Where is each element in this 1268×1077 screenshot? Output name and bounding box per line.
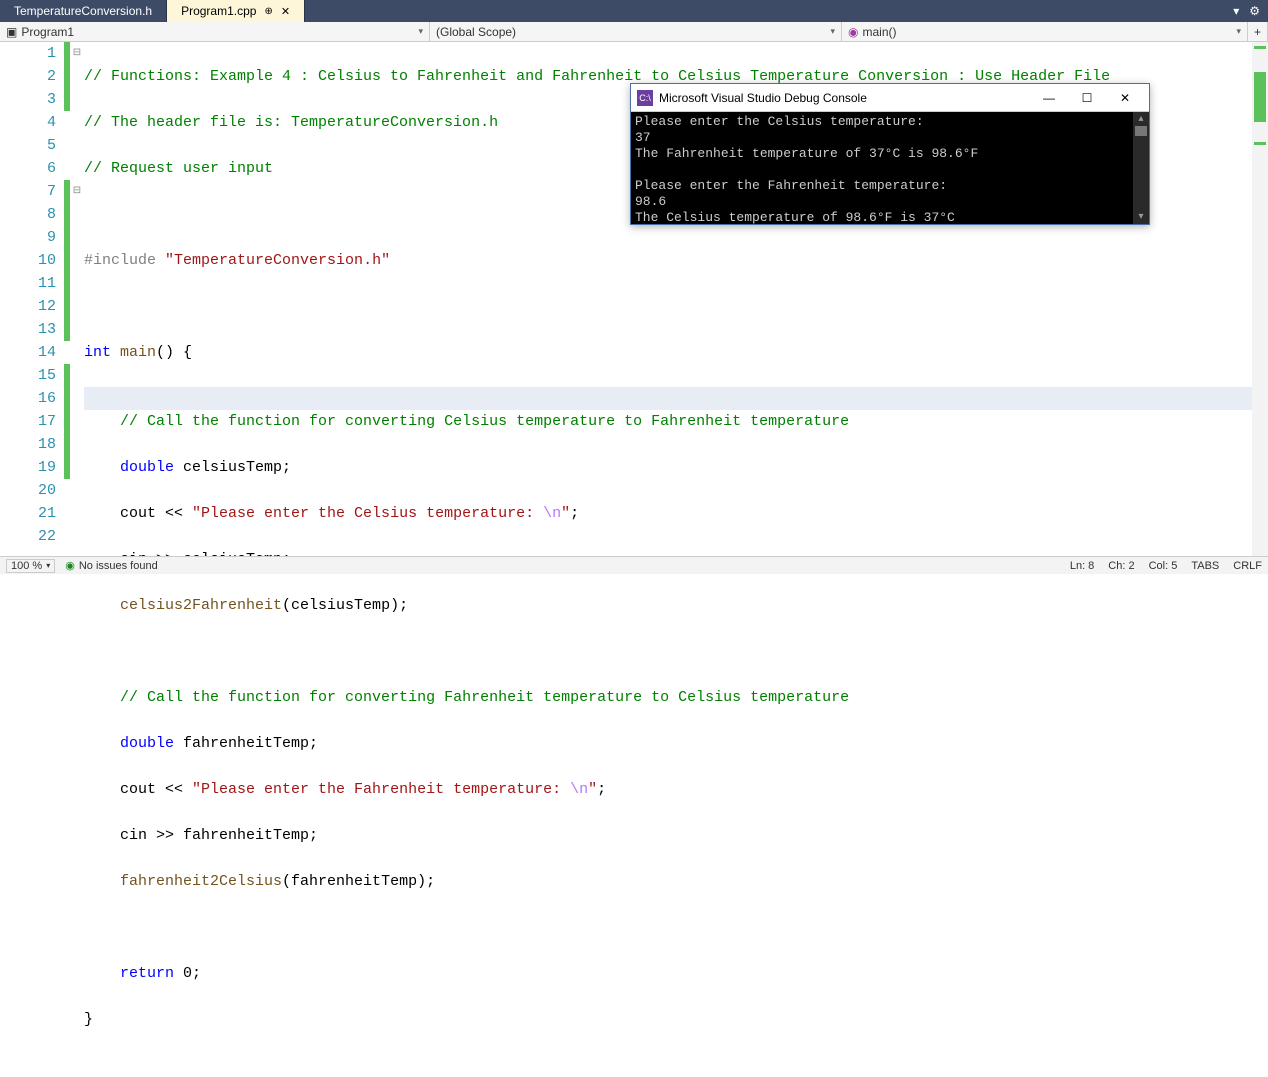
code-text: "Please enter the Fahrenheit temperature… bbox=[192, 781, 570, 798]
console-line: The Celsius temperature of 98.6°F is 37°… bbox=[635, 210, 955, 224]
code-text: // Call the function for converting Cels… bbox=[120, 413, 849, 430]
code-text: main bbox=[120, 344, 156, 361]
tabs-right-controls: ▾ ⚙ bbox=[1233, 0, 1268, 22]
document-tabs: TemperatureConversion.h Program1.cpp ⊕ ✕… bbox=[0, 0, 1268, 22]
nav-scope-label: (Global Scope) bbox=[436, 25, 516, 39]
code-text: \n bbox=[570, 781, 588, 798]
code-text: return bbox=[120, 965, 174, 982]
nav-add-button[interactable]: + bbox=[1248, 22, 1268, 41]
nav-project-dropdown[interactable]: ▣ Program1 ▾ bbox=[0, 22, 430, 41]
code-text: int bbox=[84, 344, 111, 361]
console-line: 98.6 bbox=[635, 194, 666, 209]
code-text: // The header file is: TemperatureConver… bbox=[84, 114, 498, 131]
scroll-up-arrow-icon[interactable]: ▴ bbox=[1133, 112, 1149, 126]
console-title: Microsoft Visual Studio Debug Console bbox=[659, 91, 867, 105]
code-text: ; bbox=[597, 781, 606, 798]
code-text: double bbox=[120, 459, 174, 476]
fold-gutter[interactable]: ⊟⊟ bbox=[70, 42, 84, 556]
chevron-down-icon: ▾ bbox=[1236, 26, 1241, 37]
console-titlebar[interactable]: C:\ Microsoft Visual Studio Debug Consol… bbox=[631, 84, 1149, 112]
close-button[interactable]: ✕ bbox=[1107, 88, 1143, 108]
console-line: Please enter the Celsius temperature: bbox=[635, 114, 924, 129]
tab-label: TemperatureConversion.h bbox=[14, 4, 152, 18]
status-bar: 100 % ▾ ◉ No issues found Ln: 8 Ch: 2 Co… bbox=[0, 556, 1268, 574]
code-text: // Call the function for converting Fahr… bbox=[120, 689, 849, 706]
scrollbar-map[interactable] bbox=[1252, 42, 1268, 556]
console-app-icon: C:\ bbox=[637, 90, 653, 106]
code-text: } bbox=[84, 1011, 93, 1028]
tab-program1-cpp[interactable]: Program1.cpp ⊕ ✕ bbox=[167, 0, 305, 22]
code-text: () { bbox=[156, 344, 192, 361]
code-text: cin >> fahrenheitTemp; bbox=[120, 827, 318, 844]
plus-icon: + bbox=[1254, 25, 1261, 39]
console-output[interactable]: Please enter the Celsius temperature: 37… bbox=[631, 112, 1149, 224]
code-text: "TemperatureConversion.h" bbox=[165, 252, 390, 269]
code-text: " bbox=[588, 781, 597, 798]
console-line: The Fahrenheit temperature of 37°C is 98… bbox=[635, 146, 978, 161]
code-text: (celsiusTemp); bbox=[282, 597, 408, 614]
code-text: celsius2Fahrenheit bbox=[120, 597, 282, 614]
debug-console-window[interactable]: C:\ Microsoft Visual Studio Debug Consol… bbox=[630, 83, 1150, 225]
tab-label: Program1.cpp bbox=[181, 4, 256, 18]
project-icon: ▣ bbox=[6, 25, 17, 39]
indent-mode[interactable]: TABS bbox=[1191, 560, 1219, 572]
code-nav-bar: ▣ Program1 ▾ (Global Scope) ▾ ◉ main() ▾… bbox=[0, 22, 1268, 42]
code-text: "Please enter the Celsius temperature: bbox=[192, 505, 543, 522]
code-text: fahrenheit2Celsius bbox=[120, 873, 282, 890]
method-icon: ◉ bbox=[848, 25, 858, 39]
line-endings[interactable]: CRLF bbox=[1233, 560, 1262, 572]
zoom-dropdown[interactable]: 100 % ▾ bbox=[6, 559, 55, 573]
console-line: 37 bbox=[635, 130, 651, 145]
code-text: (fahrenheitTemp); bbox=[282, 873, 435, 890]
chevron-down-icon: ▾ bbox=[418, 26, 423, 37]
cursor-col[interactable]: Col: 5 bbox=[1149, 560, 1178, 572]
maximize-button[interactable]: ☐ bbox=[1069, 88, 1105, 108]
nav-scope-dropdown[interactable]: (Global Scope) ▾ bbox=[430, 22, 842, 41]
no-issues-icon: ◉ bbox=[65, 559, 75, 572]
nav-project-label: Program1 bbox=[21, 25, 74, 39]
tab-temperatureconversion-h[interactable]: TemperatureConversion.h bbox=[0, 0, 167, 22]
current-line bbox=[84, 387, 1268, 410]
code-text: \n bbox=[543, 505, 561, 522]
code-text: cout << bbox=[120, 505, 192, 522]
window-buttons: — ☐ ✕ bbox=[1031, 88, 1143, 108]
close-icon[interactable]: ✕ bbox=[281, 5, 290, 18]
console-line: Please enter the Fahrenheit temperature: bbox=[635, 178, 947, 193]
status-right: Ln: 8 Ch: 2 Col: 5 TABS CRLF bbox=[1070, 560, 1262, 572]
code-text: 0; bbox=[174, 965, 201, 982]
zoom-value: 100 % bbox=[11, 560, 42, 572]
code-text: double bbox=[120, 735, 174, 752]
code-text: #include bbox=[84, 252, 156, 269]
cursor-char[interactable]: Ch: 2 bbox=[1108, 560, 1134, 572]
pin-icon[interactable]: ⊕ bbox=[264, 6, 272, 17]
scroll-down-arrow-icon[interactable]: ▾ bbox=[1133, 210, 1149, 224]
code-text: " bbox=[561, 505, 570, 522]
console-scrollbar[interactable]: ▴ ▾ bbox=[1133, 112, 1149, 224]
code-text: cout << bbox=[120, 781, 192, 798]
line-number-gutter: 12345678910111213141516171819202122 bbox=[0, 42, 64, 556]
code-text: // Request user input bbox=[84, 160, 273, 177]
chevron-down-icon: ▾ bbox=[830, 26, 835, 37]
code-text: fahrenheitTemp; bbox=[174, 735, 318, 752]
issues-label[interactable]: No issues found bbox=[79, 560, 158, 572]
scroll-thumb[interactable] bbox=[1135, 126, 1147, 136]
code-text: celsiusTemp; bbox=[174, 459, 291, 476]
nav-member-dropdown[interactable]: ◉ main() ▾ bbox=[842, 22, 1248, 41]
tabs-overflow-icon[interactable]: ▾ bbox=[1233, 4, 1239, 18]
nav-member-label: main() bbox=[862, 25, 896, 39]
code-text: ; bbox=[570, 505, 579, 522]
cursor-line[interactable]: Ln: 8 bbox=[1070, 560, 1094, 572]
settings-gear-icon[interactable]: ⚙ bbox=[1249, 4, 1260, 18]
chevron-down-icon: ▾ bbox=[46, 561, 50, 570]
minimize-button[interactable]: — bbox=[1031, 88, 1067, 108]
